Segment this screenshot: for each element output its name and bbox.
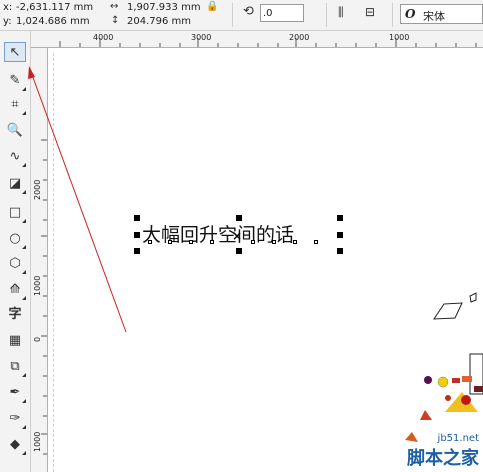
clipart-group[interactable] <box>405 353 483 442</box>
watermark-site: jb51.net <box>437 433 479 444</box>
annotation-layer <box>28 66 483 442</box>
annotation-arrow <box>28 66 127 333</box>
watermark-name: 脚本之家 <box>407 448 479 469</box>
watermark: jb51.net 脚本之家 <box>407 433 479 470</box>
canvas-shape[interactable] <box>469 292 477 303</box>
canvas-shape[interactable] <box>433 302 463 320</box>
